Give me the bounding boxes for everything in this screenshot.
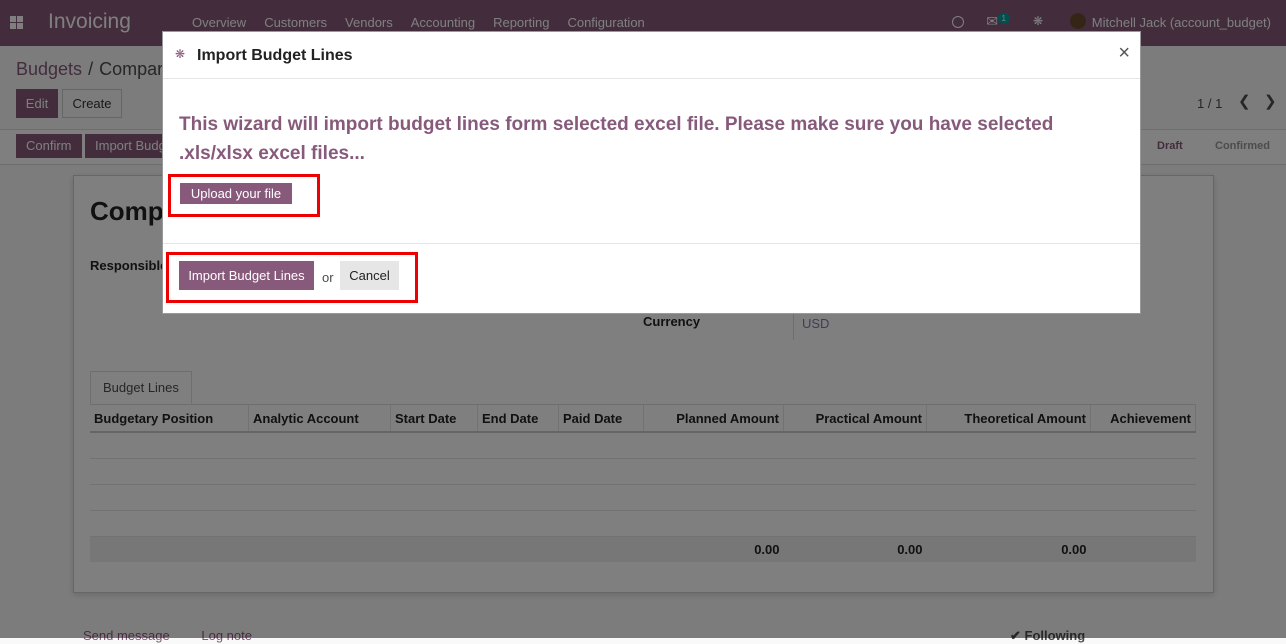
upload-file-button[interactable]: Upload your file [180, 183, 292, 204]
import-budget-dialog: ❋ Import Budget Lines × This wizard will… [162, 31, 1141, 314]
import-budget-lines-button[interactable]: Import Budget Lines [179, 261, 314, 290]
dialog-header: ❋ Import Budget Lines × [163, 32, 1140, 79]
bug-icon: ❋ [175, 47, 186, 61]
dialog-title: Import Budget Lines [197, 47, 353, 64]
cancel-button[interactable]: Cancel [340, 261, 399, 290]
close-icon[interactable]: × [1118, 42, 1130, 65]
or-separator: or [322, 270, 334, 285]
dialog-footer: Import Budget Lines or Cancel [163, 243, 1140, 314]
dialog-message: This wizard will import budget lines for… [179, 114, 1054, 164]
